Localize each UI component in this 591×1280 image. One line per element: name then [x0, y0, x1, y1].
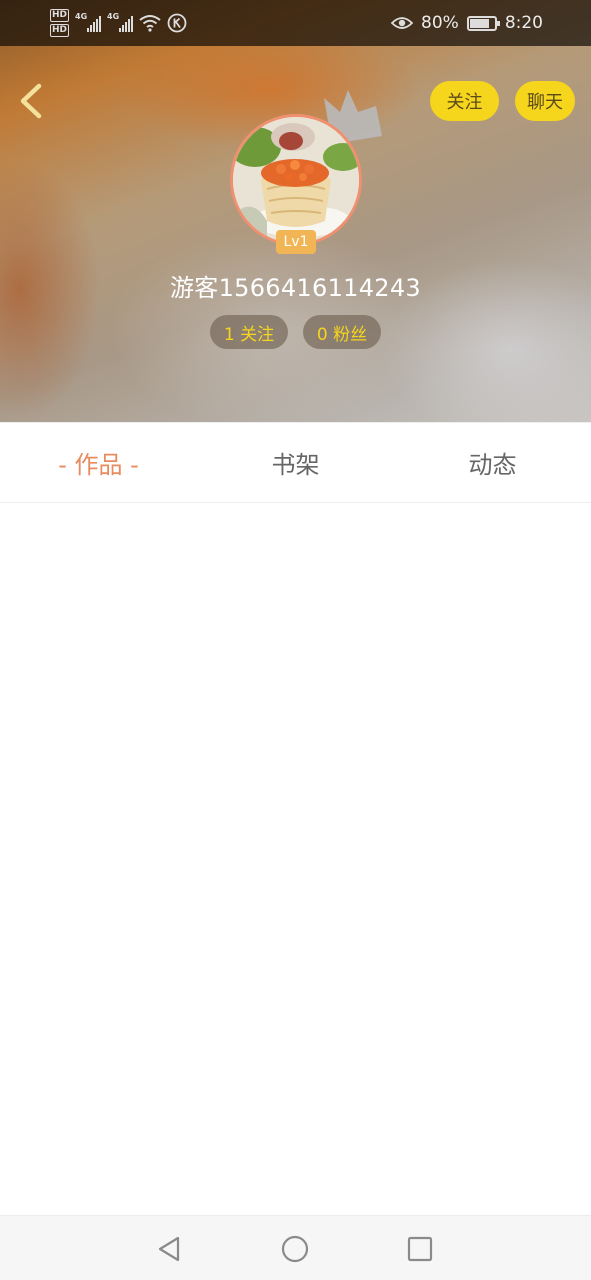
chat-button-label: 聊天 — [527, 92, 563, 113]
status-right: 80% 8:20 — [391, 0, 543, 46]
network-type-1: 4G — [75, 12, 88, 21]
avatar[interactable] — [230, 114, 362, 246]
following-count-label: 1 关注 — [223, 324, 275, 345]
following-count-button[interactable]: 1 关注 — [210, 315, 288, 349]
username: 游客1566416114243 — [169, 274, 421, 302]
follow-button[interactable]: 关注 — [430, 81, 499, 121]
fans-count-label: 0 粉丝 — [316, 324, 368, 345]
tab-works[interactable]: - 作品 - — [0, 445, 197, 480]
signal-icon-1: 4G — [75, 12, 102, 32]
battery-percent: 80% — [421, 13, 459, 33]
chat-button[interactable]: 聊天 — [515, 81, 575, 121]
avatar-container[interactable] — [230, 114, 362, 246]
tab-bookshelf[interactable]: 书架 — [197, 445, 394, 480]
follow-button-label: 关注 — [446, 92, 483, 113]
tab-bar: - 作品 - 书架 动态 — [0, 422, 591, 503]
hd-icon-1: HD — [50, 9, 70, 22]
circle-home-icon[interactable] — [280, 1234, 310, 1264]
chevron-left-icon — [20, 83, 42, 119]
works-content-area — [0, 503, 591, 1215]
signal-icon-2: 4G — [107, 12, 134, 32]
wifi-icon — [139, 15, 161, 32]
tab-activity[interactable]: 动态 — [394, 445, 591, 480]
hd-icon-2: HD — [50, 24, 70, 37]
eye-comfort-icon — [391, 17, 414, 29]
status-bar: HD HD 4G 4G 80% 8:20 — [0, 0, 591, 46]
system-navigation-bar — [0, 1215, 591, 1280]
fans-count-button[interactable]: 0 粉丝 — [303, 315, 381, 349]
network-type-2: 4G — [107, 12, 120, 21]
avatar-food-image — [233, 117, 359, 243]
square-recent-icon[interactable] — [405, 1234, 435, 1264]
level-badge: Lv1 — [276, 230, 316, 254]
clock: 8:20 — [504, 13, 543, 33]
k-app-icon — [167, 13, 187, 33]
status-left: HD HD 4G 4G — [50, 7, 187, 39]
triangle-back-icon[interactable] — [154, 1234, 184, 1264]
battery-icon — [466, 15, 500, 31]
back-button[interactable] — [14, 78, 50, 124]
profile-screen: HD HD 4G 4G 80% 8:20 关注 聊天 Lv1 游客1566416… — [0, 0, 591, 1280]
hd-indicators: HD HD — [50, 9, 70, 37]
